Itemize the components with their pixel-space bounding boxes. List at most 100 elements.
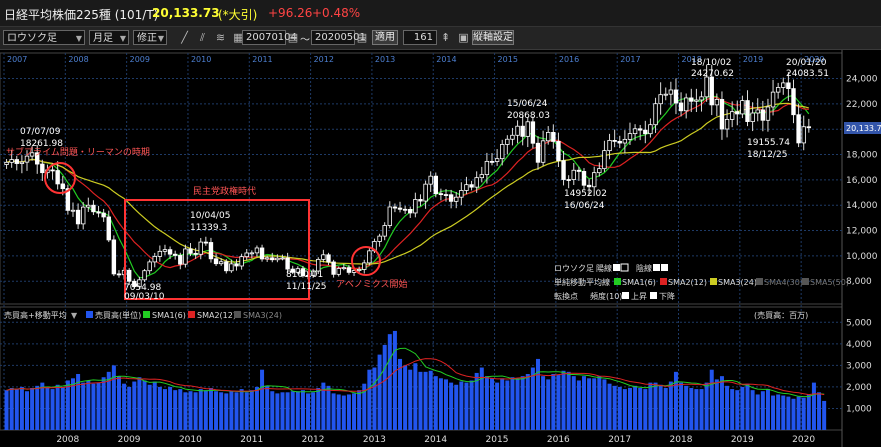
volume-bar: [306, 393, 311, 430]
low-2018-value: 19155.74: [747, 138, 790, 148]
calendar-icon[interactable]: ▤: [287, 29, 299, 46]
volume-bar: [811, 382, 816, 430]
peak-2007-date: 07/07/09: [20, 127, 61, 137]
volume-bar: [101, 377, 106, 430]
legend-trend-down-swatch[interactable]: [650, 292, 657, 299]
trendline-draw-icon[interactable]: ╱: [176, 29, 193, 46]
candle-down: [689, 97, 694, 102]
volume-bar: [193, 392, 198, 430]
volume-bar: [755, 394, 760, 430]
candle-down: [612, 140, 617, 142]
candle-up: [183, 248, 188, 265]
candle-down: [106, 216, 111, 241]
chevron-down-icon[interactable]: ▼: [71, 311, 78, 320]
candle-up: [479, 174, 484, 179]
volume-bar: [157, 386, 162, 430]
volume-bar: [413, 363, 418, 430]
legend-sma1-swatch[interactable]: [614, 278, 621, 285]
legend-up-swatch[interactable]: [613, 264, 620, 271]
candle-up: [162, 249, 168, 252]
period-select[interactable]: 月足 ▼: [89, 30, 129, 45]
bottom-year-label: 2011: [240, 435, 263, 445]
volume-sma3-swatch[interactable]: [234, 311, 241, 318]
apply-button[interactable]: 適用: [372, 30, 398, 45]
volume-tick-label: 3,000: [846, 361, 872, 371]
candle-down: [40, 163, 45, 174]
top-year-label: 2008: [68, 55, 88, 64]
legend-down-swatch-2[interactable]: [661, 264, 668, 271]
candle-down: [745, 100, 750, 122]
volume-bar: [469, 380, 474, 430]
volume-bar: [668, 381, 673, 430]
candle-down: [489, 160, 495, 163]
candle-up: [592, 172, 597, 188]
volume-bar: [801, 397, 806, 430]
axis-settings-button[interactable]: 縦軸設定: [472, 30, 514, 45]
volume-sma1-swatch[interactable]: [143, 311, 150, 318]
candle-up: [229, 263, 234, 272]
current-price: 20,133.73: [152, 6, 220, 20]
candle-up: [724, 119, 730, 130]
volume-bar: [147, 384, 152, 430]
candle-up: [632, 128, 638, 135]
candle-up: [321, 254, 326, 260]
legend-down-swatch[interactable]: [653, 264, 660, 271]
legend-sma5-swatch[interactable]: [802, 278, 809, 285]
top-year-label: 2012: [314, 55, 334, 64]
candle-down: [433, 175, 438, 195]
bottom-year-label: 2009: [118, 435, 141, 445]
volume-bar: [745, 383, 750, 430]
chevron-down-icon: ▼: [157, 34, 164, 43]
candle-up: [81, 206, 86, 225]
candle-up: [377, 235, 382, 242]
axis-settings-icon[interactable]: ▣: [455, 29, 472, 46]
volume-bar: [229, 391, 234, 430]
channel-draw-icon[interactable]: ⫽: [194, 29, 211, 46]
bottom-year-label: 2008: [56, 435, 79, 445]
candle-up: [540, 140, 546, 163]
chart-type-select[interactable]: ロウソク足 ▼: [3, 30, 85, 45]
volume-bar: [265, 385, 270, 430]
start-date-input[interactable]: 20070104: [242, 30, 297, 45]
pin-icon[interactable]: ⇞: [441, 31, 450, 44]
volume-bar: [137, 377, 142, 430]
legend-sma2-swatch[interactable]: [660, 278, 667, 285]
volume-legend-label: 売買高(単位): [95, 310, 141, 320]
candle-up: [239, 256, 244, 267]
adjust-select[interactable]: 修正 ▼: [133, 30, 167, 45]
volume-tick-label: 2,000: [846, 383, 872, 393]
legend-sma4-swatch[interactable]: [756, 278, 763, 285]
volume-bar: [786, 396, 791, 430]
candle-down: [469, 184, 474, 188]
legend-trend-up-swatch[interactable]: [622, 292, 629, 299]
bar-count-input[interactable]: 161: [403, 30, 437, 45]
volume-swatch[interactable]: [86, 311, 93, 318]
volume-bar: [643, 389, 648, 430]
volume-sma1: SMA1(6): [152, 311, 186, 320]
bottom-year-label: 2018: [670, 435, 693, 445]
candle-up: [699, 96, 704, 101]
end-date-input[interactable]: 20200501: [311, 30, 366, 45]
volume-bar: [638, 388, 643, 430]
volume-bar: [699, 389, 704, 430]
candle-up: [280, 257, 285, 260]
price-legend: ロウソク足 陽線 陰線 単純移動平均線 SMA1(6) SMA2(12) SMA…: [554, 263, 849, 301]
volume-bar: [500, 378, 505, 430]
candle-down: [259, 247, 265, 260]
volume-bar: [352, 393, 357, 430]
volume-sma2-swatch[interactable]: [188, 311, 195, 318]
legend-sma3-swatch[interactable]: [710, 278, 717, 285]
volume-bar: [398, 358, 403, 430]
legend-up-hollow-swatch[interactable]: [620, 263, 629, 272]
candle-up: [510, 134, 515, 140]
volume-bar: [96, 382, 101, 430]
candle-down: [213, 258, 219, 265]
volume-bar: [341, 395, 346, 430]
chart-area[interactable]: 2007 2008 2009 2010 2011 2012 2013 2014 2015 2016…: [0, 50, 881, 447]
legend-candle-label: ロウソク足: [554, 264, 594, 273]
volume-tick-label: 1,000: [846, 404, 872, 414]
calendar-icon[interactable]: ▤: [356, 29, 368, 46]
fibonacci-icon[interactable]: ≋: [212, 29, 229, 46]
candle-up: [602, 150, 607, 170]
volume-bar: [423, 371, 428, 430]
